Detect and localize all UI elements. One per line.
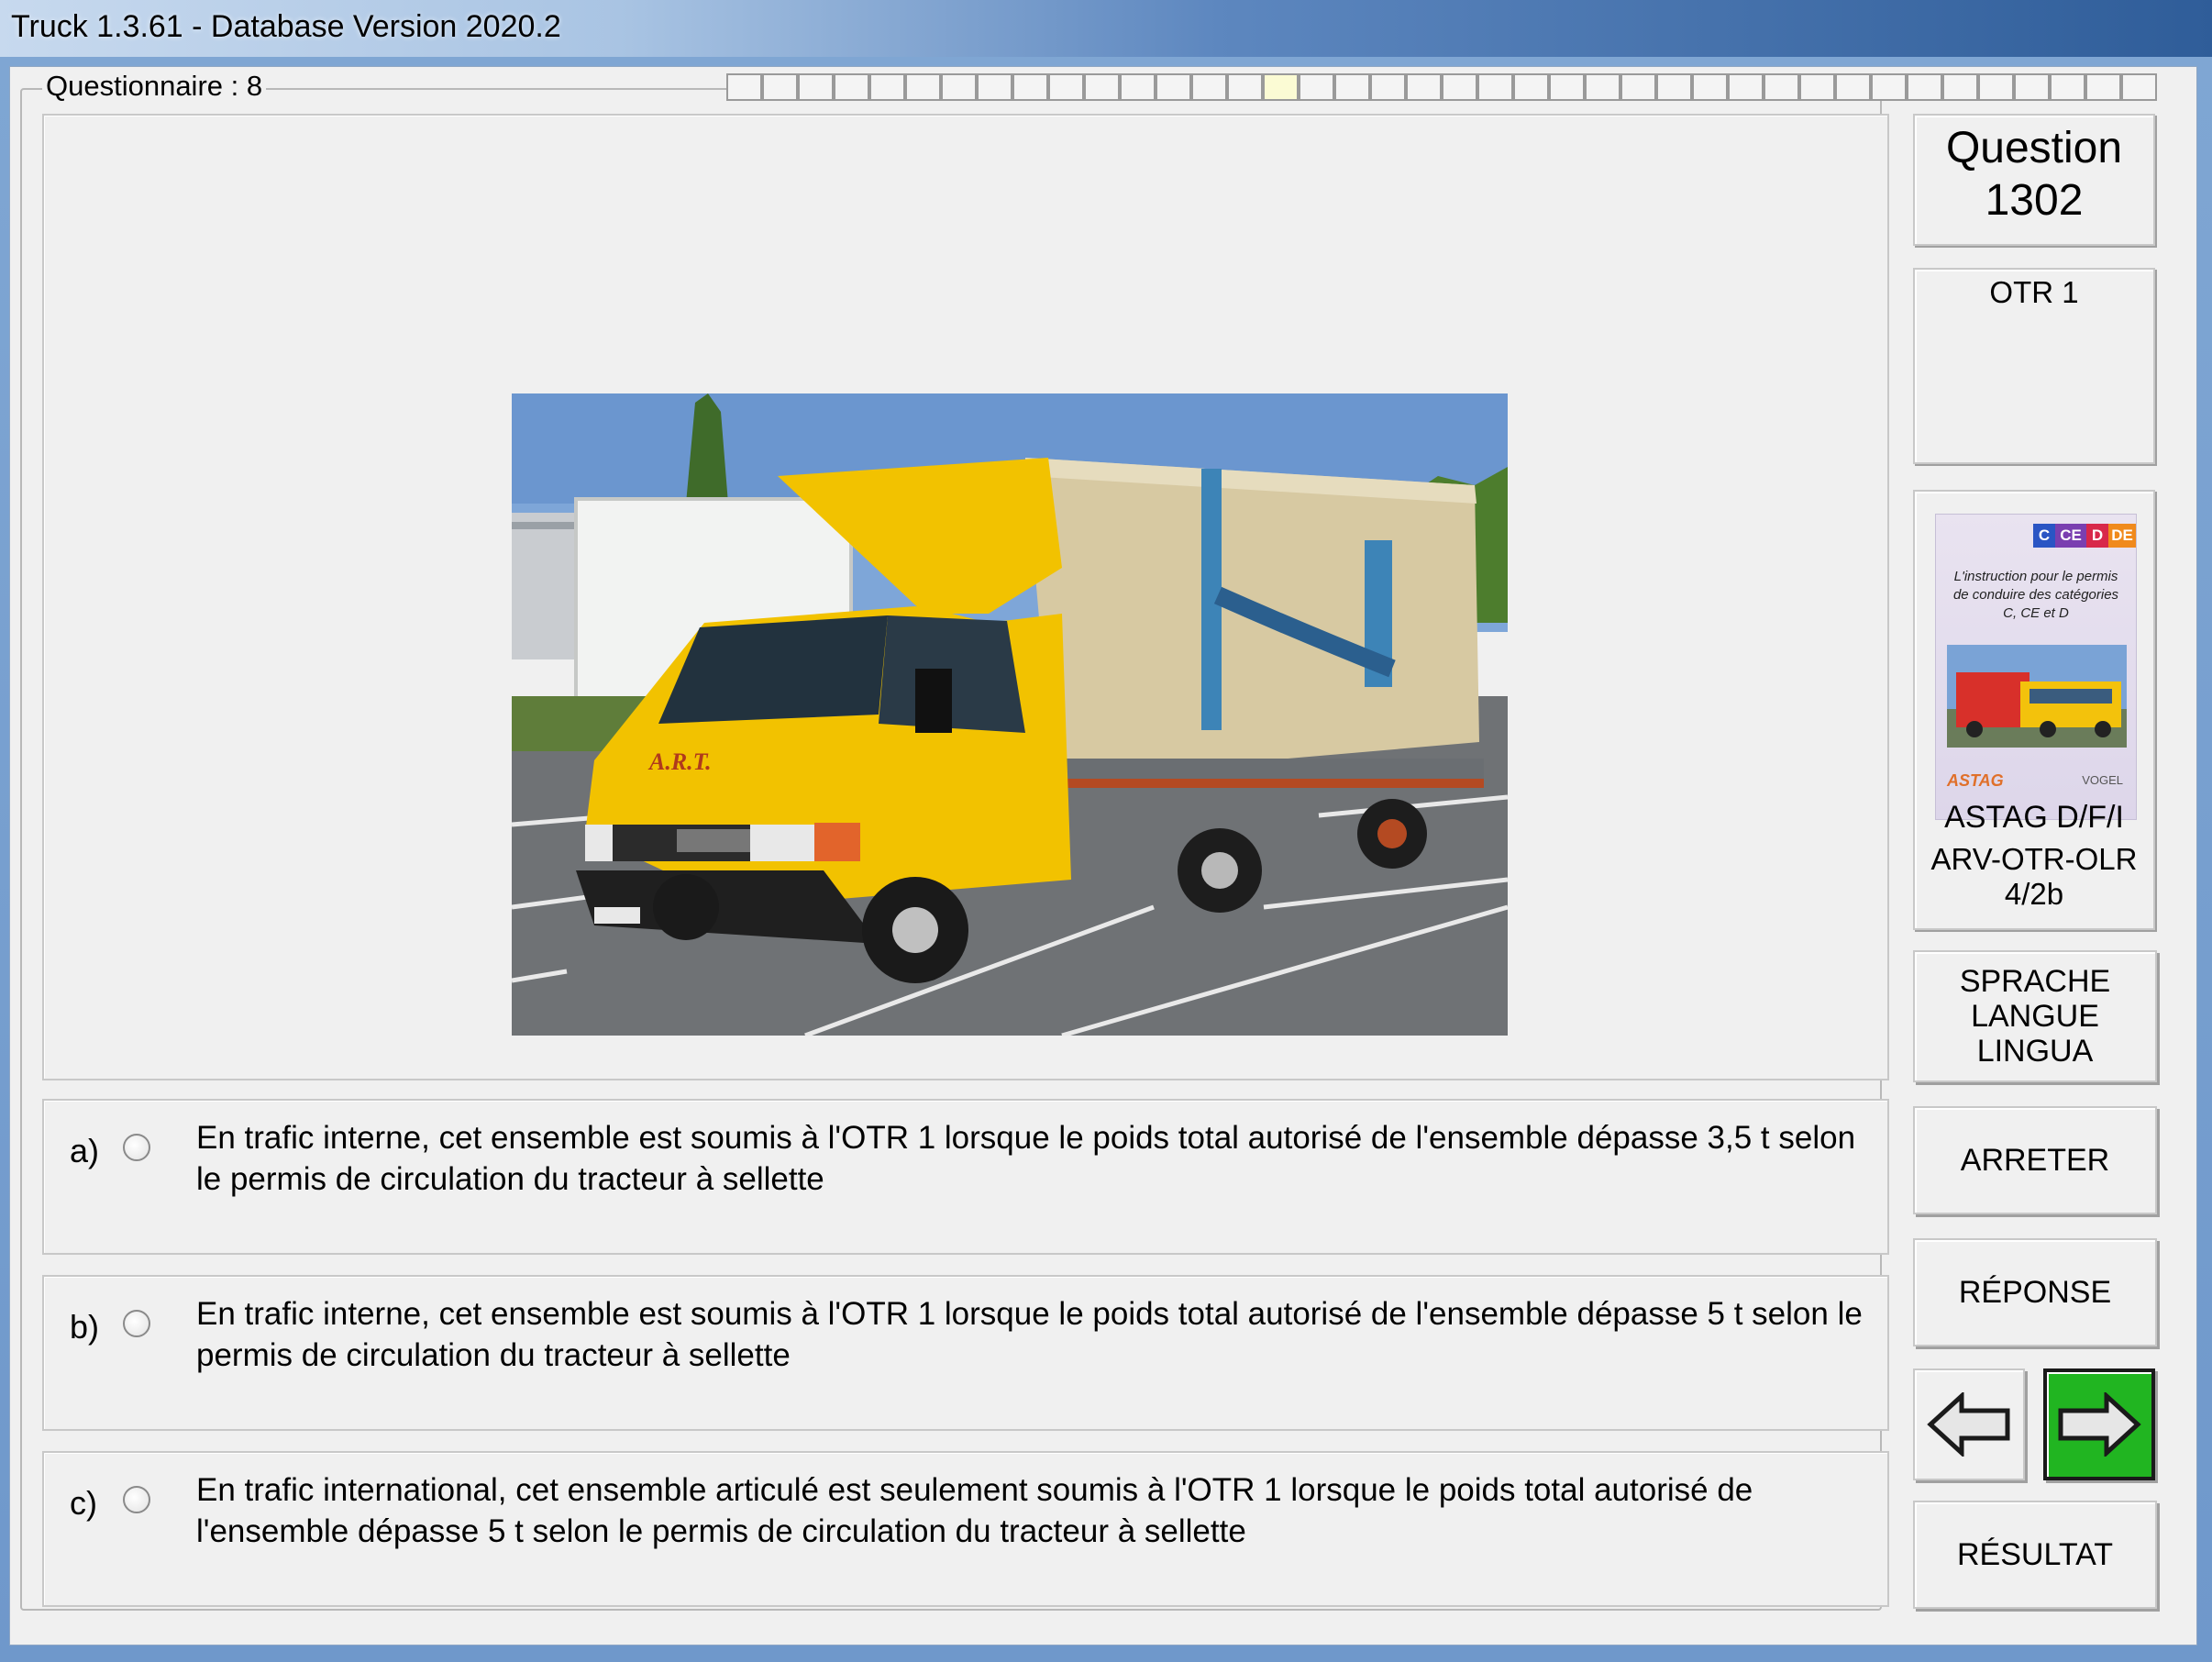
language-button[interactable]: SPRACHE LANGUE LINGUA	[1913, 950, 2157, 1082]
answer-button[interactable]: RÉPONSE	[1913, 1238, 2157, 1346]
answer-c[interactable]: c) En trafic international, cet ensemble…	[42, 1451, 1889, 1607]
truck-photo: A.R.T.	[512, 393, 1508, 1036]
title-bar: Truck 1.3.61 - Database Version 2020.2	[0, 0, 2212, 57]
question-category-box: OTR 1	[1913, 268, 2155, 464]
progress-box	[1048, 73, 1084, 101]
questionnaire-label: Questionnaire : 8	[42, 70, 267, 103]
progress-box	[905, 73, 941, 101]
language-label-fr: LANGUE	[1971, 999, 2099, 1034]
answer-a[interactable]: a) En trafic interne, cet ensemble est s…	[42, 1099, 1889, 1255]
question-image-panel: A.R.T.	[42, 114, 1889, 1080]
arrow-left-icon	[1927, 1392, 2010, 1457]
question-number: 1302	[1985, 176, 2084, 225]
next-button[interactable]	[2043, 1368, 2155, 1480]
book-cover-photo	[1947, 645, 2127, 748]
language-label-de: SPRACHE	[1959, 964, 2111, 999]
progress-box	[977, 73, 1012, 101]
book-cover-text: L'instruction pour le permis de conduire…	[1952, 569, 2119, 621]
progress-box	[2085, 73, 2121, 101]
progress-box	[1156, 73, 1191, 101]
window-title: Truck 1.3.61 - Database Version 2020.2	[11, 9, 561, 44]
progress-box	[1728, 73, 1764, 101]
progress-box	[941, 73, 977, 101]
progress-box	[1477, 73, 1513, 101]
progress-box	[1549, 73, 1585, 101]
progress-box	[798, 73, 834, 101]
question-number-box: Question 1302	[1913, 114, 2155, 246]
answer-letter: c)	[70, 1484, 97, 1522]
progress-box	[1942, 73, 1978, 101]
answer-label: RÉPONSE	[1958, 1274, 2112, 1310]
progress-box	[1299, 73, 1334, 101]
book-line-3: 4/2b	[2004, 877, 2064, 911]
book-cover: C CE D DE L'instruction pour le permis d…	[1935, 514, 2137, 820]
progress-box	[1835, 73, 1871, 101]
progress-box	[1334, 73, 1370, 101]
badge-ce: CE	[2055, 524, 2086, 548]
progress-box	[1799, 73, 1835, 101]
publisher-left: ASTAG	[1947, 771, 2004, 790]
cab-lettering: A.R.T.	[647, 748, 712, 775]
progress-box	[1084, 73, 1120, 101]
progress-box	[762, 73, 798, 101]
question-progress	[726, 73, 2157, 101]
book-line-2: ARV-OTR-OLR	[1930, 842, 2138, 876]
progress-box	[1907, 73, 1942, 101]
progress-box	[1764, 73, 1799, 101]
progress-box	[1513, 73, 1549, 101]
publisher-right: VOGEL	[2082, 773, 2123, 787]
result-label: RÉSULTAT	[1956, 1536, 2114, 1572]
arrow-right-icon	[2058, 1392, 2141, 1457]
answer-text: En trafic interne, cet ensemble est soum…	[196, 1120, 1856, 1197]
answer-letter: b)	[70, 1308, 100, 1346]
progress-box	[1370, 73, 1406, 101]
result-button[interactable]: RÉSULTAT	[1913, 1501, 2157, 1609]
stop-label: ARRETER	[1960, 1142, 2110, 1178]
stop-button[interactable]: ARRETER	[1913, 1106, 2157, 1214]
book-line-1: ASTAG D/F/I	[1944, 800, 2124, 835]
progress-box	[2014, 73, 2050, 101]
progress-box	[1978, 73, 2014, 101]
progress-box	[1120, 73, 1156, 101]
progress-box	[1585, 73, 1620, 101]
answer-text: En trafic international, cet ensemble ar…	[196, 1472, 1753, 1549]
progress-box	[1656, 73, 1692, 101]
progress-box	[1442, 73, 1477, 101]
progress-box	[834, 73, 869, 101]
answer-c-radio[interactable]	[123, 1486, 150, 1513]
badge-de: DE	[2108, 524, 2136, 548]
previous-button[interactable]	[1913, 1368, 2025, 1480]
badge-d: D	[2086, 524, 2108, 548]
progress-box	[726, 73, 762, 101]
answer-b[interactable]: b) En trafic interne, cet ensemble est s…	[42, 1275, 1889, 1431]
progress-box	[1620, 73, 1656, 101]
question-label: Question	[1945, 124, 2123, 172]
progress-box	[1012, 73, 1048, 101]
answer-b-radio[interactable]	[123, 1310, 150, 1337]
progress-box	[869, 73, 905, 101]
language-label-it: LINGUA	[1976, 1034, 2094, 1069]
badge-c: C	[2033, 524, 2055, 548]
answer-text: En trafic interne, cet ensemble est soum…	[196, 1296, 1863, 1373]
progress-box	[1406, 73, 1442, 101]
progress-box	[1191, 73, 1227, 101]
progress-box	[1227, 73, 1263, 101]
progress-box	[2050, 73, 2085, 101]
progress-box	[1692, 73, 1728, 101]
progress-box	[2121, 73, 2157, 101]
answer-letter: a)	[70, 1132, 100, 1169]
question-category: OTR 1	[1989, 275, 2079, 309]
reference-book-box: C CE D DE L'instruction pour le permis d…	[1913, 490, 2155, 930]
progress-box	[1263, 73, 1299, 101]
progress-box	[1871, 73, 1907, 101]
answer-a-radio[interactable]	[123, 1134, 150, 1161]
